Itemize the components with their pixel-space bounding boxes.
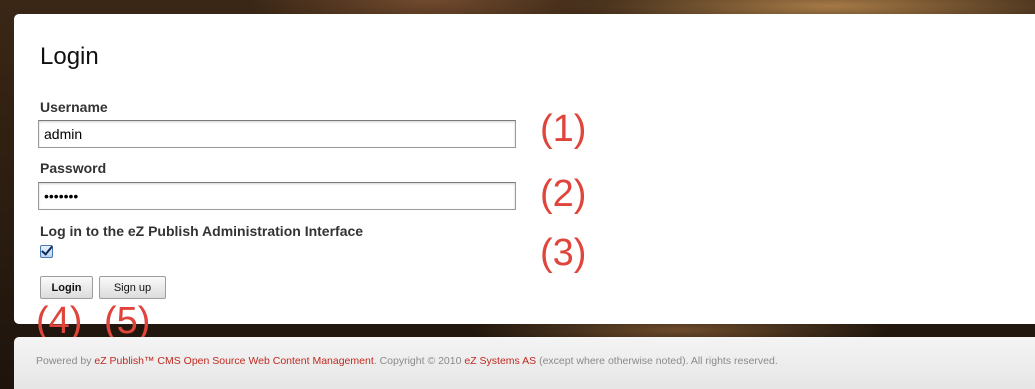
- username-input[interactable]: [38, 120, 516, 148]
- annotation-1: (1): [540, 108, 587, 150]
- footer-prefix: Powered by: [36, 355, 95, 367]
- admin-interface-checkbox[interactable]: [40, 245, 54, 259]
- checkmark-icon: [40, 245, 53, 258]
- login-button[interactable]: Login: [40, 276, 93, 299]
- footer-text: Powered by eZ Publish™ CMS Open Source W…: [36, 355, 778, 367]
- password-input[interactable]: [38, 182, 516, 210]
- password-label: Password: [40, 160, 107, 176]
- page-title: Login: [40, 43, 99, 70]
- annotation-2: (2): [540, 173, 587, 215]
- ez-systems-link[interactable]: eZ Systems AS: [464, 355, 536, 367]
- username-label: Username: [40, 99, 108, 115]
- annotation-5: (5): [104, 300, 151, 342]
- footer-copyright: . Copyright © 2010: [373, 355, 465, 367]
- footer-suffix: (except where otherwise noted). All righ…: [536, 355, 778, 367]
- signup-button[interactable]: Sign up: [99, 276, 166, 299]
- annotation-3: (3): [540, 232, 587, 274]
- annotation-4: (4): [36, 300, 83, 342]
- ezpublish-link[interactable]: eZ Publish™ CMS Open Source Web Content …: [94, 355, 373, 367]
- footer: Powered by eZ Publish™ CMS Open Source W…: [14, 337, 1035, 389]
- admin-interface-label: Log in to the eZ Publish Administration …: [40, 223, 364, 239]
- login-panel: [14, 14, 1035, 324]
